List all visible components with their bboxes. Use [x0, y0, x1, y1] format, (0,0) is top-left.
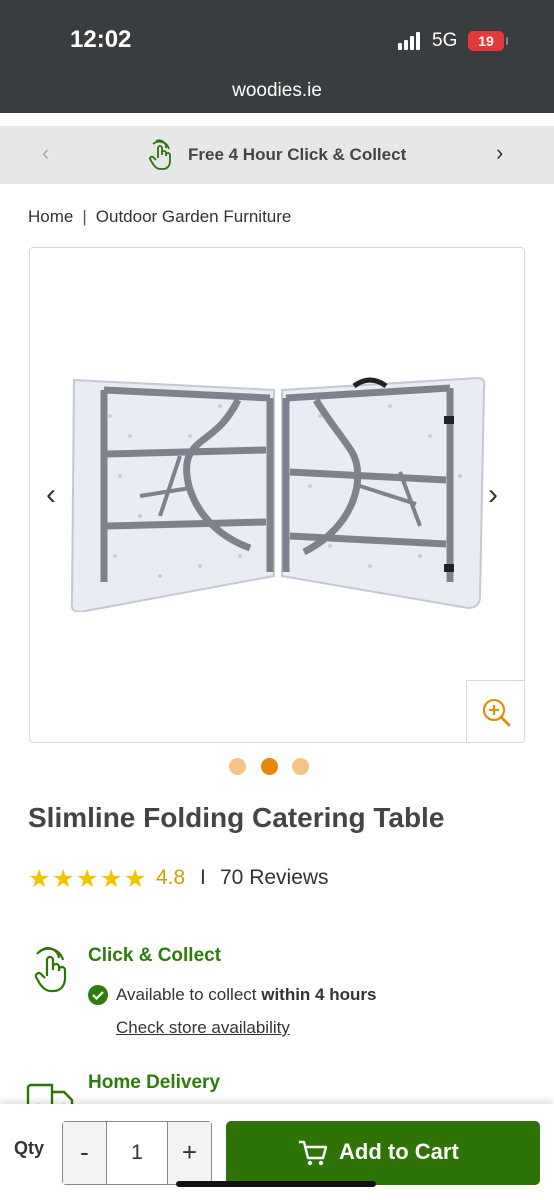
battery-icon: 19 [468, 31, 508, 51]
reviews-link[interactable]: 70 Reviews [220, 866, 329, 890]
gallery-dot[interactable] [292, 758, 309, 775]
qty-label: Qty [14, 1138, 45, 1158]
touch-hand-icon [149, 139, 171, 170]
signal-icon [398, 32, 424, 50]
decrease-qty-button[interactable]: - [63, 1122, 107, 1184]
gallery-pagination [229, 758, 319, 776]
product-title: Slimline Folding Catering Table [28, 802, 445, 833]
promo-text[interactable]: Free 4 Hour Click & Collect [188, 145, 406, 165]
breadcrumb: Home | Outdoor Garden Furniture [28, 207, 291, 227]
click-collect-title: Click & Collect [88, 945, 222, 966]
rating-value: 4.8 [156, 866, 186, 889]
url-bar[interactable]: woodies.ie [0, 80, 554, 102]
gallery-next-button[interactable]: › [488, 478, 498, 512]
gallery-dot-active[interactable] [261, 758, 278, 775]
check-circle-icon [88, 985, 108, 1005]
zoom-in-icon [482, 698, 511, 727]
home-indicator[interactable] [176, 1181, 376, 1187]
promo-next-button[interactable]: › [496, 140, 503, 166]
click-collect-icon [34, 947, 67, 993]
gallery-prev-button[interactable]: ‹ [46, 478, 56, 512]
star-icon: ★ [52, 865, 75, 893]
availability-text: Available to collect within 4 hours [116, 985, 377, 1004]
star-icon: ★ [100, 865, 123, 893]
network-label: 5G [432, 30, 458, 51]
rating-separator: I [200, 866, 206, 889]
add-to-cart-button[interactable]: Add to Cart [226, 1121, 540, 1185]
product-gallery[interactable]: ‹ › [29, 247, 525, 743]
breadcrumb-category[interactable]: Outdoor Garden Furniture [96, 207, 292, 226]
home-delivery-title: Home Delivery [88, 1072, 221, 1093]
star-icon: ★ [124, 865, 147, 893]
product-image [70, 376, 486, 612]
promo-prev-button[interactable]: ‹ [42, 140, 49, 166]
promo-banner: ‹ Free 4 Hour Click & Collect › [0, 126, 554, 184]
check-store-link[interactable]: Check store availability [116, 1018, 290, 1038]
breadcrumb-home[interactable]: Home [28, 207, 73, 226]
gallery-dot[interactable] [229, 758, 246, 775]
quantity-stepper: - 1 + [62, 1121, 212, 1185]
add-to-cart-label: Add to Cart [339, 1139, 459, 1164]
status-time: 12:02 [70, 26, 132, 53]
star-icon: ★ [76, 865, 99, 893]
cart-icon [299, 1140, 328, 1166]
zoom-button[interactable] [466, 680, 524, 742]
quantity-input[interactable]: 1 [107, 1122, 167, 1184]
increase-qty-button[interactable]: + [167, 1122, 211, 1184]
star-icon: ★ [28, 865, 51, 893]
breadcrumb-separator: | [82, 207, 87, 226]
